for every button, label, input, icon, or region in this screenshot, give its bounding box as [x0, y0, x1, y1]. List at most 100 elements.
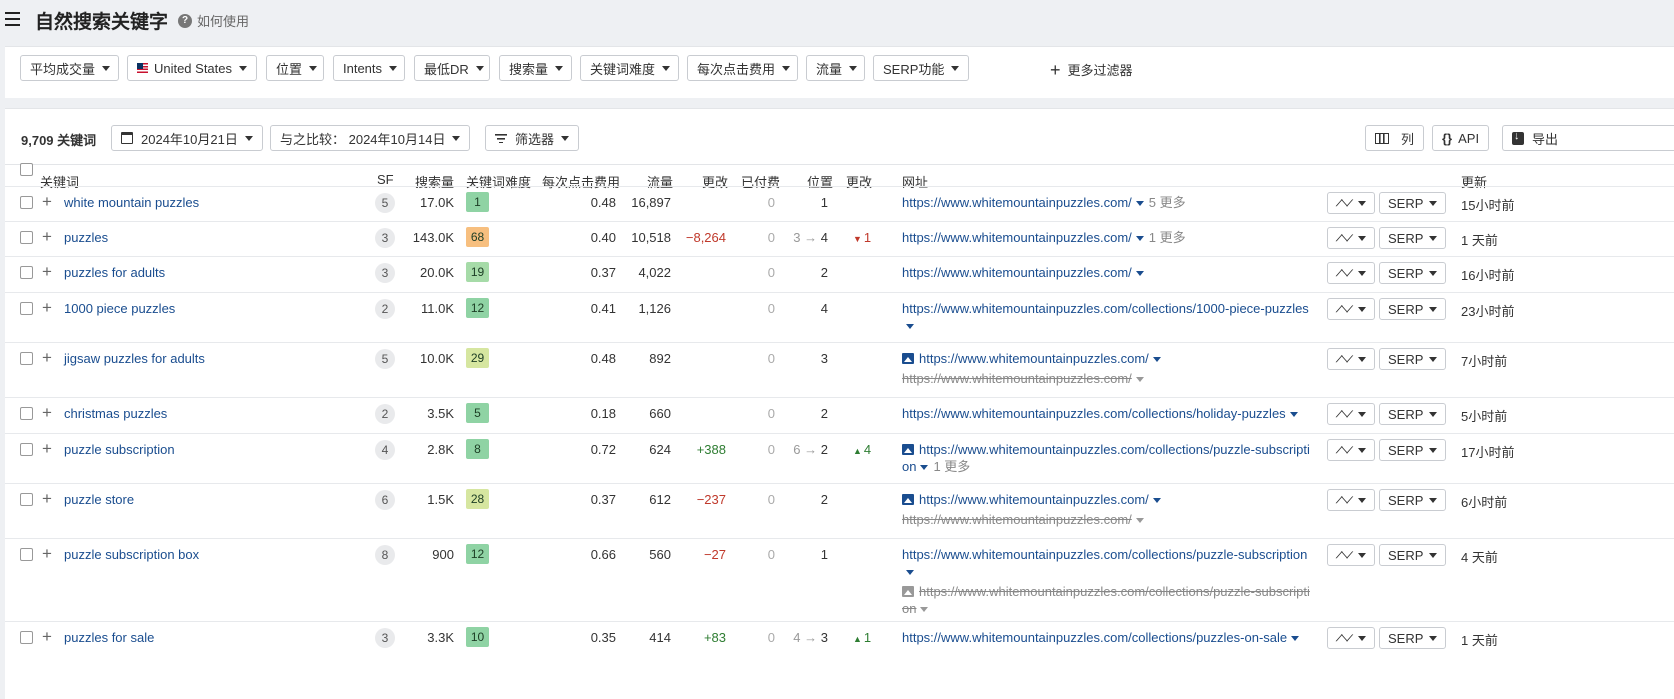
more-urls-link[interactable]: 1 更多: [1149, 230, 1186, 245]
url-link[interactable]: https://www.whitemountainpuzzles.com/: [919, 492, 1149, 507]
filter-button[interactable]: SERP功能: [873, 55, 969, 81]
filter-button[interactable]: 搜索量: [499, 55, 572, 81]
filter-button[interactable]: Intents: [333, 55, 405, 81]
chevron-down-icon[interactable]: [906, 324, 914, 330]
keyword-link[interactable]: puzzles for adults: [64, 265, 165, 280]
serp-button[interactable]: SERP: [1379, 192, 1446, 214]
trend-button[interactable]: ⟋⟍⟋: [1327, 298, 1375, 320]
trend-button[interactable]: ⟋⟍⟋: [1327, 439, 1375, 461]
row-checkbox[interactable]: [20, 266, 33, 279]
row-checkbox[interactable]: [20, 548, 33, 561]
trend-button[interactable]: ⟋⟍⟋: [1327, 262, 1375, 284]
url-link[interactable]: https://www.whitemountainpuzzles.com/col…: [902, 406, 1286, 421]
trend-button[interactable]: ⟋⟍⟋: [1327, 403, 1375, 425]
sf-badge[interactable]: 4: [375, 440, 395, 460]
row-checkbox[interactable]: [20, 302, 33, 315]
help-link[interactable]: ? 如何使用: [178, 11, 249, 30]
trend-button[interactable]: ⟋⟍⟋: [1327, 627, 1375, 649]
api-button[interactable]: {} API: [1432, 125, 1490, 151]
sf-badge[interactable]: 3: [375, 228, 395, 248]
add-keyword-icon[interactable]: +: [42, 490, 52, 507]
keyword-link[interactable]: puzzles for sale: [64, 630, 154, 645]
sf-badge[interactable]: 6: [375, 490, 395, 510]
filter-button[interactable]: United States: [127, 55, 257, 81]
filter-button[interactable]: 最低DR: [414, 55, 490, 81]
chevron-down-icon[interactable]: [1135, 236, 1144, 242]
chevron-down-icon[interactable]: [1289, 412, 1298, 418]
col-sf[interactable]: SF: [377, 172, 394, 187]
trend-button[interactable]: ⟋⟍⟋: [1327, 227, 1375, 249]
old-url-link[interactable]: https://www.whitemountainpuzzles.com/col…: [902, 584, 1310, 616]
add-keyword-icon[interactable]: +: [42, 404, 52, 421]
filter-button[interactable]: 位置: [266, 55, 324, 81]
row-checkbox[interactable]: [20, 407, 33, 420]
more-urls-link[interactable]: 1 更多: [933, 459, 970, 474]
row-checkbox[interactable]: [20, 631, 33, 644]
select-all-checkbox[interactable]: [20, 163, 33, 176]
keyword-link[interactable]: puzzle subscription: [64, 442, 175, 457]
sf-badge[interactable]: 2: [375, 299, 395, 319]
more-urls-link[interactable]: 5 更多: [1149, 195, 1186, 210]
trend-button[interactable]: ⟋⟍⟋: [1327, 489, 1375, 511]
add-keyword-icon[interactable]: +: [42, 228, 52, 245]
url-link[interactable]: https://www.whitemountainpuzzles.com/col…: [902, 301, 1309, 316]
serp-button[interactable]: SERP: [1379, 262, 1446, 284]
add-keyword-icon[interactable]: +: [42, 440, 52, 457]
serp-button[interactable]: SERP: [1379, 627, 1446, 649]
more-filters-button[interactable]: + 更多过滤器: [1050, 60, 1133, 79]
url-link[interactable]: https://www.whitemountainpuzzles.com/: [902, 195, 1132, 210]
sf-badge[interactable]: 5: [375, 193, 395, 213]
url-link[interactable]: https://www.whitemountainpuzzles.com/: [902, 265, 1132, 280]
add-keyword-icon[interactable]: +: [42, 263, 52, 280]
compare-picker[interactable]: 与之比较： 2024年10月14日: [270, 125, 471, 151]
filter-button[interactable]: 流量: [806, 55, 865, 81]
keyword-link[interactable]: jigsaw puzzles for adults: [64, 351, 205, 366]
menu-icon[interactable]: [5, 12, 20, 26]
row-checkbox[interactable]: [20, 231, 33, 244]
add-keyword-icon[interactable]: +: [42, 193, 52, 210]
keyword-link[interactable]: puzzle subscription box: [64, 547, 199, 562]
filter-button[interactable]: 平均成交量: [20, 55, 119, 81]
chevron-down-icon[interactable]: [1135, 271, 1144, 277]
chevron-down-icon[interactable]: [920, 607, 929, 613]
filter-button[interactable]: 关键词难度: [580, 55, 679, 81]
row-checkbox[interactable]: [20, 352, 33, 365]
trend-button[interactable]: ⟋⟍⟋: [1327, 544, 1375, 566]
serp-button[interactable]: SERP: [1379, 227, 1446, 249]
serp-button[interactable]: SERP: [1379, 298, 1446, 320]
serp-button[interactable]: SERP: [1379, 439, 1446, 461]
chevron-down-icon[interactable]: [1135, 377, 1144, 383]
serp-button[interactable]: SERP: [1379, 489, 1446, 511]
chevron-down-icon[interactable]: [1152, 498, 1161, 504]
trend-button[interactable]: ⟋⟍⟋: [1327, 192, 1375, 214]
keyword-link[interactable]: christmas puzzles: [64, 406, 167, 421]
url-link[interactable]: https://www.whitemountainpuzzles.com/: [902, 230, 1132, 245]
chevron-down-icon[interactable]: [1152, 357, 1161, 363]
chevron-down-icon[interactable]: [1135, 201, 1144, 207]
keyword-link[interactable]: 1000 piece puzzles: [64, 301, 175, 316]
url-link[interactable]: https://www.whitemountainpuzzles.com/col…: [902, 547, 1307, 562]
filter-button[interactable]: 筛选器: [485, 125, 580, 151]
chevron-down-icon[interactable]: [1135, 518, 1144, 524]
old-url-link[interactable]: https://www.whitemountainpuzzles.com/: [902, 371, 1132, 386]
date-picker[interactable]: 2024年10月21日: [111, 125, 263, 151]
row-checkbox[interactable]: [20, 196, 33, 209]
chevron-down-icon[interactable]: [906, 570, 914, 576]
keyword-link[interactable]: puzzle store: [64, 492, 134, 507]
keyword-link[interactable]: puzzles: [64, 230, 108, 245]
trend-button[interactable]: ⟋⟍⟋: [1327, 348, 1375, 370]
sf-badge[interactable]: 5: [375, 349, 395, 369]
old-url-link[interactable]: https://www.whitemountainpuzzles.com/: [902, 512, 1132, 527]
filter-button[interactable]: 每次点击费用: [687, 55, 798, 81]
serp-button[interactable]: SERP: [1379, 544, 1446, 566]
url-link[interactable]: https://www.whitemountainpuzzles.com/: [919, 351, 1149, 366]
sf-badge[interactable]: 3: [375, 263, 395, 283]
sf-badge[interactable]: 3: [375, 628, 395, 648]
serp-button[interactable]: SERP: [1379, 348, 1446, 370]
sf-badge[interactable]: 2: [375, 404, 395, 424]
add-keyword-icon[interactable]: +: [42, 299, 52, 316]
columns-button[interactable]: 列: [1365, 125, 1425, 151]
export-button[interactable]: 导出: [1502, 125, 1674, 151]
chevron-down-icon[interactable]: [1291, 636, 1300, 642]
serp-button[interactable]: SERP: [1379, 403, 1446, 425]
